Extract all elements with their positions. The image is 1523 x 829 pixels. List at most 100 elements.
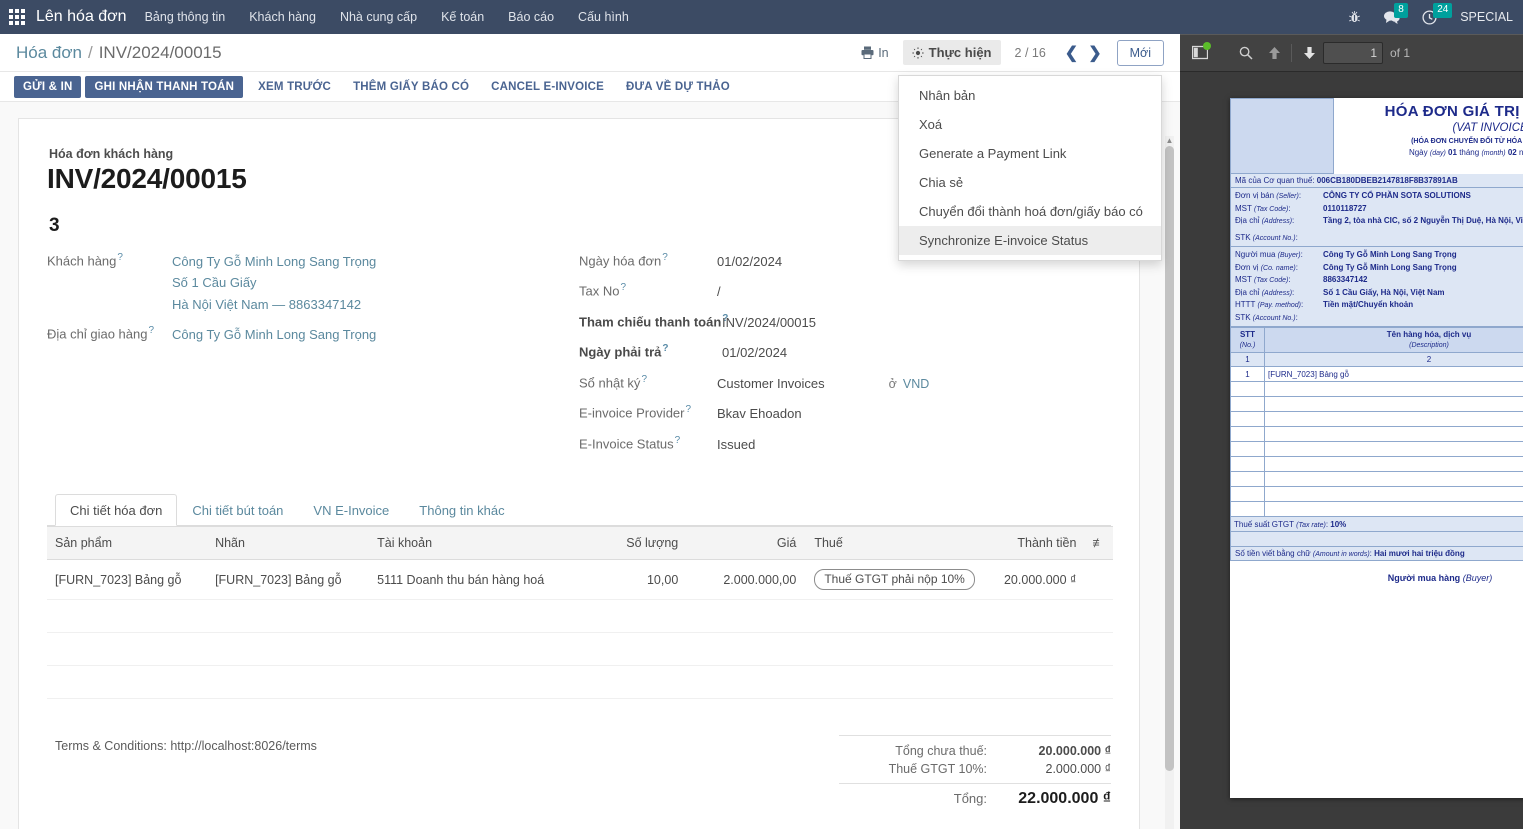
table-row-empty[interactable] bbox=[47, 666, 1113, 699]
cell-label[interactable]: [FURN_7023] Bảng gỗ bbox=[207, 560, 369, 600]
nav-item-vendors[interactable]: Nhà cung cấp bbox=[328, 0, 429, 34]
nav-item-accounting[interactable]: Kế toán bbox=[429, 0, 496, 34]
col-taxes[interactable]: Thuế bbox=[804, 527, 984, 560]
menu-item-synchronize-e-invoice-status[interactable]: Synchronize E-invoice Status bbox=[899, 226, 1161, 255]
pdf-col-description: Tên hàng hóa, dịch vụ (Description) bbox=[1265, 328, 1523, 353]
payment-reference-value[interactable]: INV/2024/00015 bbox=[717, 312, 816, 333]
help-icon[interactable]: ? bbox=[117, 252, 123, 263]
label-vi: MST bbox=[1235, 204, 1252, 213]
help-icon[interactable]: ? bbox=[641, 374, 647, 385]
nav-item-reporting[interactable]: Báo cáo bbox=[496, 0, 566, 34]
delivery-address-value[interactable]: Công Ty Gỗ Minh Long Sang Trọng bbox=[172, 324, 376, 345]
col-subtotal[interactable]: Thành tiền bbox=[984, 527, 1084, 560]
pdf-page-input[interactable] bbox=[1323, 42, 1383, 64]
field-value-group[interactable]: Công Ty Gỗ Minh Long Sang Trọng Số 1 Cầu… bbox=[172, 251, 376, 315]
breadcrumb-root[interactable]: Hóa đơn bbox=[16, 43, 82, 63]
menu-item-share[interactable]: Chia sẻ bbox=[899, 168, 1161, 197]
form-scrollbar[interactable]: ▲ bbox=[1165, 136, 1174, 829]
table-row-empty[interactable] bbox=[47, 600, 1113, 633]
preview-button[interactable]: XEM TRƯỚC bbox=[247, 76, 342, 98]
tab-journal-items[interactable]: Chi tiết bút toán bbox=[177, 494, 298, 526]
cell-account[interactable]: 5111 Doanh thu bán hàng hoá bbox=[369, 560, 581, 600]
col-label[interactable]: Nhãn bbox=[207, 527, 369, 560]
help-icon[interactable]: ? bbox=[662, 252, 668, 263]
tax-no-value[interactable]: / bbox=[717, 281, 721, 302]
clock-icon[interactable]: 24 bbox=[1422, 10, 1437, 25]
arrow-down-icon[interactable] bbox=[1295, 40, 1323, 66]
currency-value[interactable]: VND bbox=[903, 377, 929, 391]
menu-item-duplicate[interactable]: Nhân bản bbox=[899, 81, 1161, 110]
menu-item-delete[interactable]: Xoá bbox=[899, 110, 1161, 139]
field-label-text: Tax No bbox=[579, 284, 619, 299]
customer-name[interactable]: Công Ty Gỗ Minh Long Sang Trọng bbox=[172, 251, 376, 272]
chevron-right-icon[interactable]: ❯ bbox=[1083, 43, 1106, 63]
col-price[interactable]: Giá bbox=[686, 527, 804, 560]
field-label: Tax No? bbox=[579, 281, 717, 298]
cell-product[interactable]: [FURN_7023] Bảng gỗ bbox=[47, 560, 207, 600]
scroll-up-arrow-icon[interactable]: ▲ bbox=[1165, 136, 1174, 145]
add-credit-note-button[interactable]: THÊM GIẤY BÁO CÓ bbox=[342, 76, 480, 98]
invoice-date-value[interactable]: 01/02/2024 bbox=[717, 251, 782, 272]
pdf-table-row: 1 [FURN_7023] Bảng gỗ Đơn vị bbox=[1231, 367, 1523, 382]
pdf-toolbar: of 1 bbox=[1180, 34, 1523, 72]
register-payment-button[interactable]: GHI NHẬN THANH TOÁN bbox=[85, 76, 243, 98]
nav-item-dashboard[interactable]: Bảng thông tin bbox=[133, 0, 238, 34]
seller-label-2: Địa chỉ (Address): bbox=[1235, 215, 1323, 228]
buyer-label-0: Người mua (Buyer): bbox=[1235, 249, 1323, 262]
pdf-cell-empty bbox=[1265, 397, 1523, 412]
apps-grid-icon[interactable] bbox=[0, 0, 34, 34]
help-icon[interactable]: ? bbox=[662, 343, 668, 354]
menu-item-convert-to-invoice-credit-note[interactable]: Chuyển đổi thành hoá đơn/giấy báo có bbox=[899, 197, 1161, 226]
control-panel-buttons: In Thực hiện 2 / 16 ❮ ❯ Mới bbox=[861, 40, 1180, 66]
scrollbar-thumb[interactable] bbox=[1165, 146, 1174, 771]
amount-words-value: Hai mươi hai triệu đồng bbox=[1374, 549, 1465, 558]
chevron-left-icon[interactable]: ❮ bbox=[1060, 43, 1083, 63]
nav-item-customers[interactable]: Khách hàng bbox=[237, 0, 328, 34]
help-icon[interactable]: ? bbox=[675, 435, 681, 446]
col-account[interactable]: Tài khoản bbox=[369, 527, 581, 560]
nav-item-configuration[interactable]: Cấu hình bbox=[566, 0, 641, 34]
search-icon[interactable] bbox=[1232, 40, 1260, 66]
col-product[interactable]: Sản phẩm bbox=[47, 527, 207, 560]
print-button[interactable]: In bbox=[861, 46, 888, 60]
col-quantity[interactable]: Số lượng bbox=[581, 527, 686, 560]
arrow-up-icon[interactable] bbox=[1260, 40, 1288, 66]
cell-price[interactable]: 2.000.000,00 bbox=[686, 560, 804, 600]
user-menu[interactable]: SPECIAL bbox=[1460, 10, 1517, 24]
menu-item-generate-payment-link[interactable]: Generate a Payment Link bbox=[899, 139, 1161, 168]
cell-taxes[interactable]: Thuế GTGT phải nộp 10% bbox=[804, 560, 984, 600]
journal-value-group: Customer Invoices ở VND bbox=[717, 373, 929, 394]
bug-icon[interactable] bbox=[1348, 10, 1361, 24]
cancel-e-invoice-button[interactable]: CANCEL E-INVOICE bbox=[480, 76, 615, 98]
journal-value[interactable]: Customer Invoices bbox=[717, 373, 825, 394]
tab-other-info[interactable]: Thông tin khác bbox=[404, 494, 519, 526]
form-left-column: Khách hàng? Công Ty Gỗ Minh Long Sang Tr… bbox=[47, 251, 579, 464]
help-icon[interactable]: ? bbox=[686, 404, 692, 415]
customer-city-vat[interactable]: Hà Nội Việt Nam — 8863347142 bbox=[172, 294, 376, 315]
app-brand[interactable]: Lên hóa đơn bbox=[34, 8, 133, 26]
customer-street[interactable]: Số 1 Cầu Giấy bbox=[172, 272, 376, 293]
new-button[interactable]: Mới bbox=[1117, 40, 1164, 66]
total-untaxed-label: Tổng chưa thuế: bbox=[895, 744, 987, 758]
table-row-empty[interactable] bbox=[47, 633, 1113, 666]
send-and-print-button[interactable]: GỬI & IN bbox=[14, 76, 81, 98]
due-date-value[interactable]: 01/02/2024 bbox=[717, 342, 787, 363]
tab-invoice-lines[interactable]: Chi tiết hóa đơn bbox=[55, 494, 177, 526]
help-icon[interactable]: ? bbox=[620, 282, 626, 293]
breadcrumb-separator: / bbox=[88, 43, 93, 63]
action-menu-button[interactable]: Thực hiện bbox=[903, 40, 1001, 65]
pdf-canvas[interactable]: HÓA ĐƠN GIÁ TRỊ GIA TĂNG (VAT INVOICE) (… bbox=[1180, 72, 1523, 829]
buyer-row: Người mua (Buyer): Công Ty Gỗ Minh Long … bbox=[1235, 249, 1523, 262]
column-settings-icon[interactable]: ≢ bbox=[1084, 527, 1113, 560]
einvoice-status-value[interactable]: Issued bbox=[717, 434, 755, 455]
buyer-name-value: Công Ty Gỗ Minh Long Sang Trọng bbox=[1323, 249, 1457, 262]
reset-to-draft-button[interactable]: ĐƯA VỀ DỰ THẢO bbox=[615, 76, 741, 98]
sidebar-toggle-icon[interactable] bbox=[1186, 40, 1214, 66]
table-row[interactable]: [FURN_7023] Bảng gỗ [FURN_7023] Bảng gỗ … bbox=[47, 560, 1113, 600]
chat-bubble-icon[interactable]: 8 bbox=[1383, 10, 1400, 25]
buyer-section: Người mua (Buyer): Công Ty Gỗ Minh Long … bbox=[1230, 247, 1523, 327]
tab-vn-e-invoice[interactable]: VN E-Invoice bbox=[298, 494, 404, 526]
help-icon[interactable]: ? bbox=[148, 325, 154, 336]
cell-quantity[interactable]: 10,00 bbox=[581, 560, 686, 600]
einvoice-provider-value[interactable]: Bkav Ehoadon bbox=[717, 403, 802, 424]
